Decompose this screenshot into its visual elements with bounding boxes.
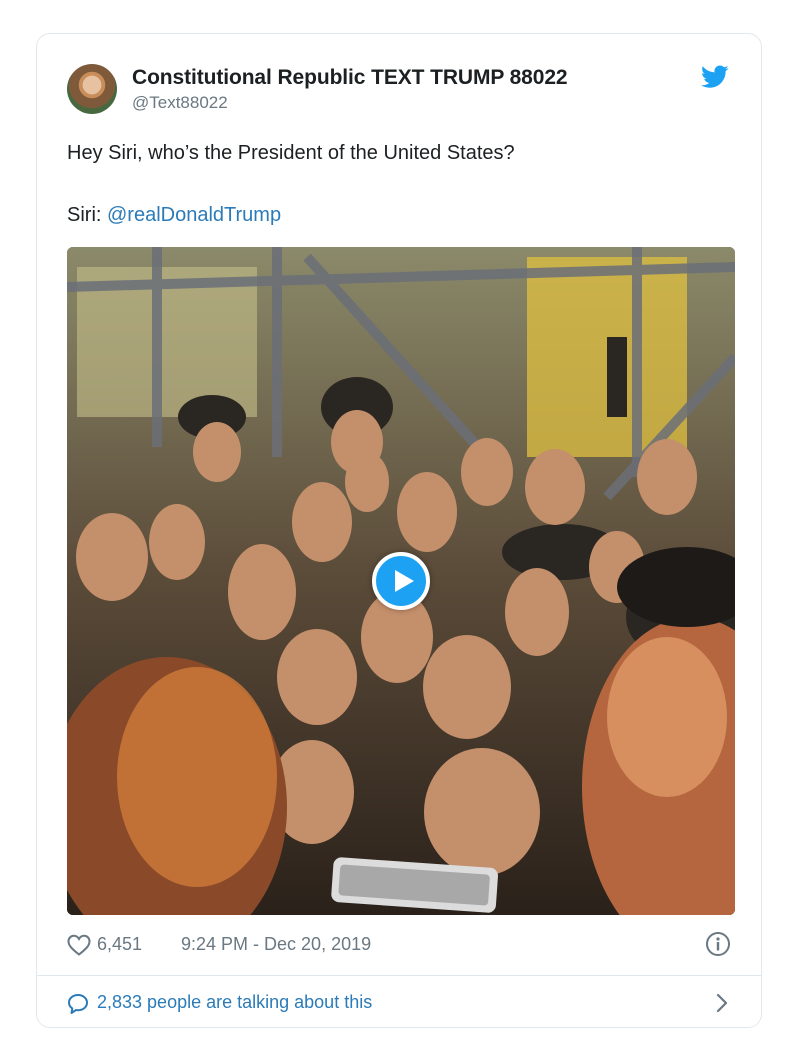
avatar[interactable] bbox=[67, 64, 117, 114]
heart-icon[interactable] bbox=[67, 934, 91, 956]
tweet-header: Constitutional Republic TEXT TRUMP 88022… bbox=[67, 64, 731, 122]
mention-link[interactable]: @realDonaldTrump bbox=[107, 204, 281, 226]
timestamp-link[interactable]: 9:24 PM - Dec 20, 2019 bbox=[181, 934, 371, 955]
chevron-right-icon[interactable] bbox=[715, 993, 729, 1013]
twitter-bird-icon[interactable] bbox=[701, 65, 729, 89]
tweet-text-line2: Siri: @realDonaldTrump bbox=[67, 202, 731, 228]
user-handle[interactable]: @Text88022 bbox=[132, 93, 568, 113]
tweet-text: Hey Siri, who’s the President of the Uni… bbox=[67, 140, 731, 228]
tweet-card: Constitutional Republic TEXT TRUMP 88022… bbox=[36, 33, 762, 1028]
play-button[interactable] bbox=[372, 552, 430, 610]
speech-bubble-icon bbox=[68, 994, 88, 1014]
talking-count[interactable]: 2,833 people are talking about this bbox=[97, 992, 372, 1013]
tweet-meta: 6,451 9:24 PM - Dec 20, 2019 bbox=[67, 931, 731, 959]
divider bbox=[37, 975, 761, 976]
tweet-text-line1: Hey Siri, who’s the President of the Uni… bbox=[67, 142, 515, 164]
play-icon bbox=[395, 570, 414, 592]
like-count[interactable]: 6,451 bbox=[97, 934, 142, 955]
display-name[interactable]: Constitutional Republic TEXT TRUMP 88022 bbox=[132, 66, 568, 90]
author-names[interactable]: Constitutional Republic TEXT TRUMP 88022… bbox=[132, 66, 568, 113]
info-icon[interactable] bbox=[705, 931, 731, 957]
conversation-link[interactable]: 2,833 people are talking about this bbox=[67, 989, 731, 1017]
video-thumbnail[interactable] bbox=[67, 247, 735, 915]
siri-prefix: Siri: bbox=[67, 204, 107, 226]
